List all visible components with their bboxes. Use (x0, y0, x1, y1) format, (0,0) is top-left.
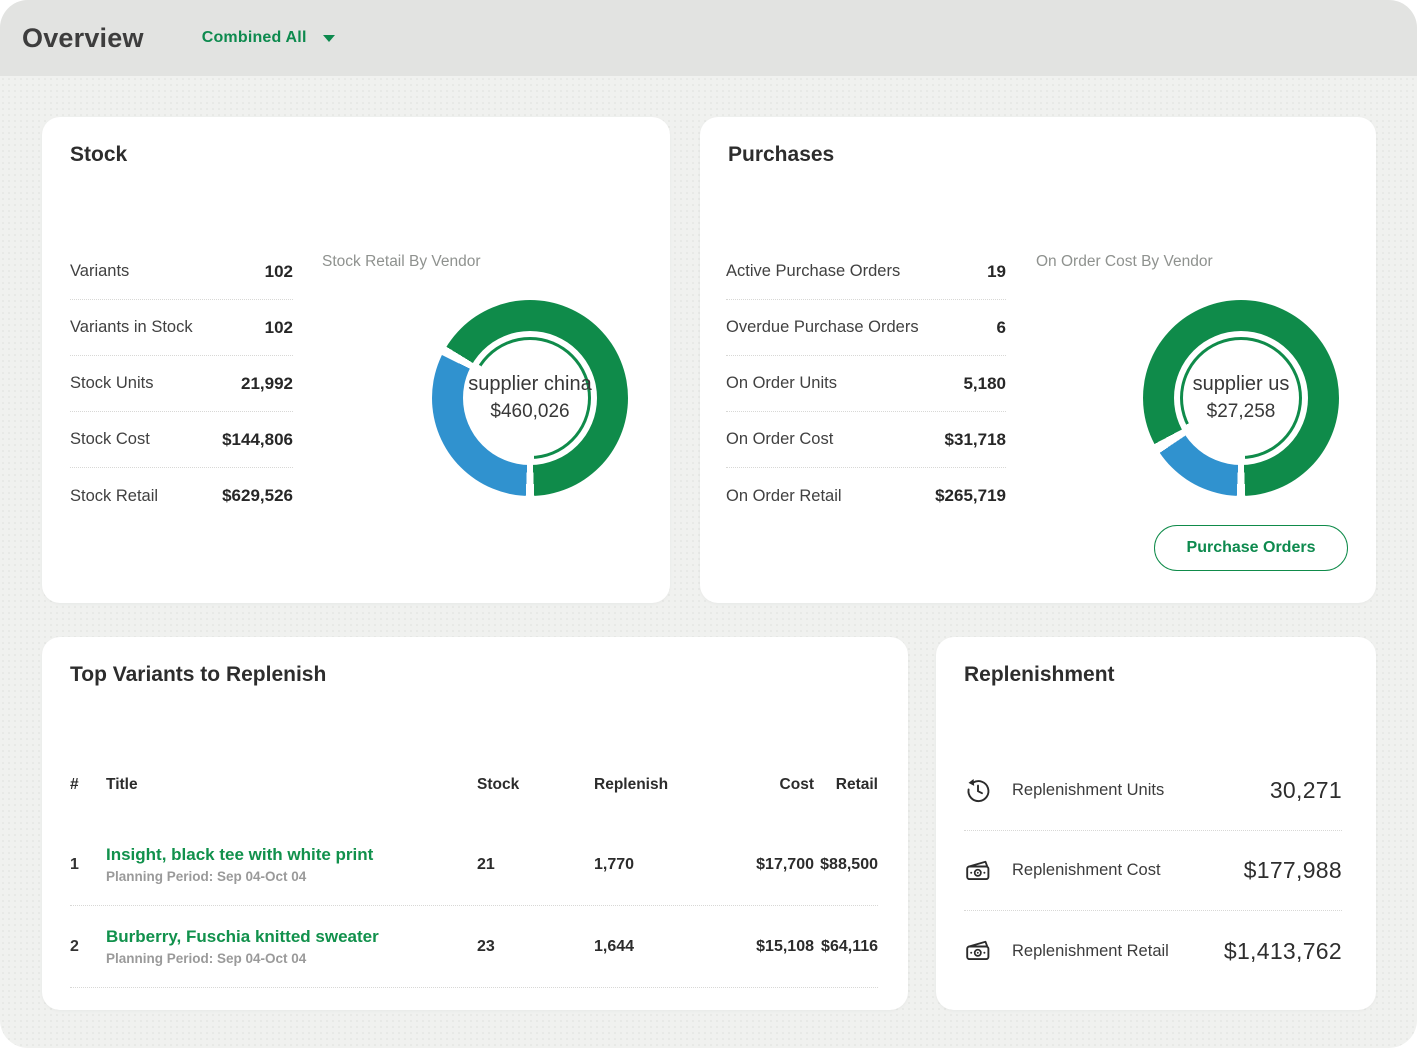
row-stock: 21 (477, 856, 594, 874)
row-cost: $15,108 (714, 938, 814, 956)
replenishment-list: Replenishment Units 30,271 Replenishment… (964, 751, 1342, 991)
stat-row: Variants in Stock 102 (70, 300, 293, 356)
stat-value: $265,719 (935, 486, 1006, 506)
replenishment-card: Replenishment Replenishment Units 30,271 (936, 637, 1376, 1010)
stat-label: On Order Cost (726, 430, 833, 449)
replenishment-row-value: $177,988 (1244, 857, 1342, 884)
stat-row: Active Purchase Orders 19 (726, 244, 1006, 300)
table-header-row: # Title Stock Replenish Cost Retail (70, 770, 878, 800)
stat-value: 5,180 (963, 374, 1006, 394)
stat-row: Stock Units 21,992 (70, 356, 293, 412)
history-icon (964, 777, 992, 805)
row-rank: 1 (70, 856, 106, 874)
replenishment-row-label: Replenishment Cost (1012, 861, 1244, 880)
row-replenish: 1,770 (594, 856, 714, 874)
stat-label: Active Purchase Orders (726, 262, 900, 281)
column-header-retail: Retail (814, 776, 878, 794)
stat-value: $144,806 (222, 430, 293, 450)
row-replenish: 1,644 (594, 938, 714, 956)
row-title-cell: Burberry, Fuschia knitted sweater Planni… (106, 927, 477, 966)
donut-center-label: supplier us $27,258 (1181, 338, 1301, 458)
donut-vendor-name: supplier china (468, 373, 591, 396)
top-variants-card: Top Variants to Replenish # Title Stock … (42, 637, 908, 1010)
row-title-cell: Insight, black tee with white print Plan… (106, 845, 477, 884)
top-bar: Overview Combined All (0, 0, 1417, 76)
purchase-orders-button-label: Purchase Orders (1187, 539, 1316, 557)
stat-value: 102 (265, 262, 293, 282)
column-header-cost: Cost (714, 776, 814, 794)
page-title: Overview (22, 23, 144, 54)
row-retail: $88,500 (814, 856, 878, 874)
stat-label: Overdue Purchase Orders (726, 318, 919, 337)
row-retail: $64,116 (814, 938, 878, 956)
table-row: 2 Burberry, Fuschia knitted sweater Plan… (70, 906, 878, 988)
column-header-title: Title (106, 776, 477, 794)
stat-value: $629,526 (222, 486, 293, 506)
money-icon (964, 937, 992, 965)
stat-value: $31,718 (945, 430, 1006, 450)
donut-vendor-value: $460,026 (490, 401, 569, 423)
dashboard-app: Overview Combined All Stock Variants 102… (0, 0, 1417, 1048)
stat-row: Stock Retail $629,526 (70, 468, 293, 524)
stat-value: 102 (265, 318, 293, 338)
money-icon (964, 857, 992, 885)
stat-label: Variants (70, 262, 129, 281)
purchases-card: Purchases Active Purchase Orders 19 Over… (700, 117, 1376, 603)
purchases-chart-title: On Order Cost By Vendor (1036, 253, 1213, 271)
stat-row: On Order Retail $265,719 (726, 468, 1006, 524)
replenishment-row-label: Replenishment Units (1012, 781, 1270, 800)
stock-card: Stock Variants 102 Variants in Stock 102… (42, 117, 670, 603)
donut-center-label: supplier china $460,026 (470, 338, 590, 458)
stat-value: 6 (997, 318, 1006, 338)
table-row: 1 Insight, black tee with white print Pl… (70, 824, 878, 906)
stock-card-title: Stock (70, 143, 127, 167)
stat-label: Stock Retail (70, 487, 158, 506)
column-header-replenish: Replenish (594, 776, 714, 794)
purchase-orders-button[interactable]: Purchase Orders (1154, 525, 1348, 571)
stat-label: Stock Units (70, 374, 153, 393)
replenishment-row: Replenishment Units 30,271 (964, 751, 1342, 831)
stat-row: Stock Cost $144,806 (70, 412, 293, 468)
stat-value: 21,992 (241, 374, 293, 394)
purchases-card-title: Purchases (728, 143, 834, 167)
donut-vendor-name: supplier us (1193, 373, 1290, 396)
stat-label: Stock Cost (70, 430, 150, 449)
donut-vendor-value: $27,258 (1207, 401, 1276, 423)
on-order-cost-donut-chart[interactable]: supplier us $27,258 (1143, 300, 1339, 496)
stat-label: On Order Retail (726, 487, 842, 506)
replenishment-row-value: $1,413,762 (1224, 938, 1342, 965)
replenishment-title: Replenishment (964, 663, 1115, 687)
replenishment-row: Replenishment Cost $177,988 (964, 831, 1342, 911)
stat-label: Variants in Stock (70, 318, 193, 337)
variant-title-link[interactable]: Burberry, Fuschia knitted sweater (106, 927, 477, 947)
stock-stats-list: Variants 102 Variants in Stock 102 Stock… (70, 244, 293, 524)
stat-row: On Order Cost $31,718 (726, 412, 1006, 468)
planning-period-label: Planning Period: Sep 04-Oct 04 (106, 951, 477, 966)
content-area: Stock Variants 102 Variants in Stock 102… (0, 76, 1417, 1048)
stat-row: Overdue Purchase Orders 6 (726, 300, 1006, 356)
location-filter-dropdown[interactable]: Combined All (202, 29, 335, 47)
location-filter-label: Combined All (202, 29, 307, 47)
replenishment-row: Replenishment Retail $1,413,762 (964, 911, 1342, 991)
row-cost: $17,700 (714, 856, 814, 874)
stat-label: On Order Units (726, 374, 837, 393)
purchases-stats-list: Active Purchase Orders 19 Overdue Purcha… (726, 244, 1006, 524)
stat-value: 19 (987, 262, 1006, 282)
stock-chart-title: Stock Retail By Vendor (322, 253, 481, 271)
table-body: 1 Insight, black tee with white print Pl… (70, 824, 878, 988)
stock-retail-donut-chart[interactable]: supplier china $460,026 (432, 300, 628, 496)
row-rank: 2 (70, 938, 106, 956)
top-variants-title: Top Variants to Replenish (70, 663, 326, 687)
chevron-down-icon (323, 35, 335, 42)
replenishment-row-label: Replenishment Retail (1012, 942, 1224, 961)
variant-title-link[interactable]: Insight, black tee with white print (106, 845, 477, 865)
row-stock: 23 (477, 938, 594, 956)
column-header-rank: # (70, 776, 106, 794)
stat-row: Variants 102 (70, 244, 293, 300)
stat-row: On Order Units 5,180 (726, 356, 1006, 412)
planning-period-label: Planning Period: Sep 04-Oct 04 (106, 869, 477, 884)
column-header-stock: Stock (477, 776, 594, 794)
replenishment-row-value: 30,271 (1270, 777, 1342, 804)
